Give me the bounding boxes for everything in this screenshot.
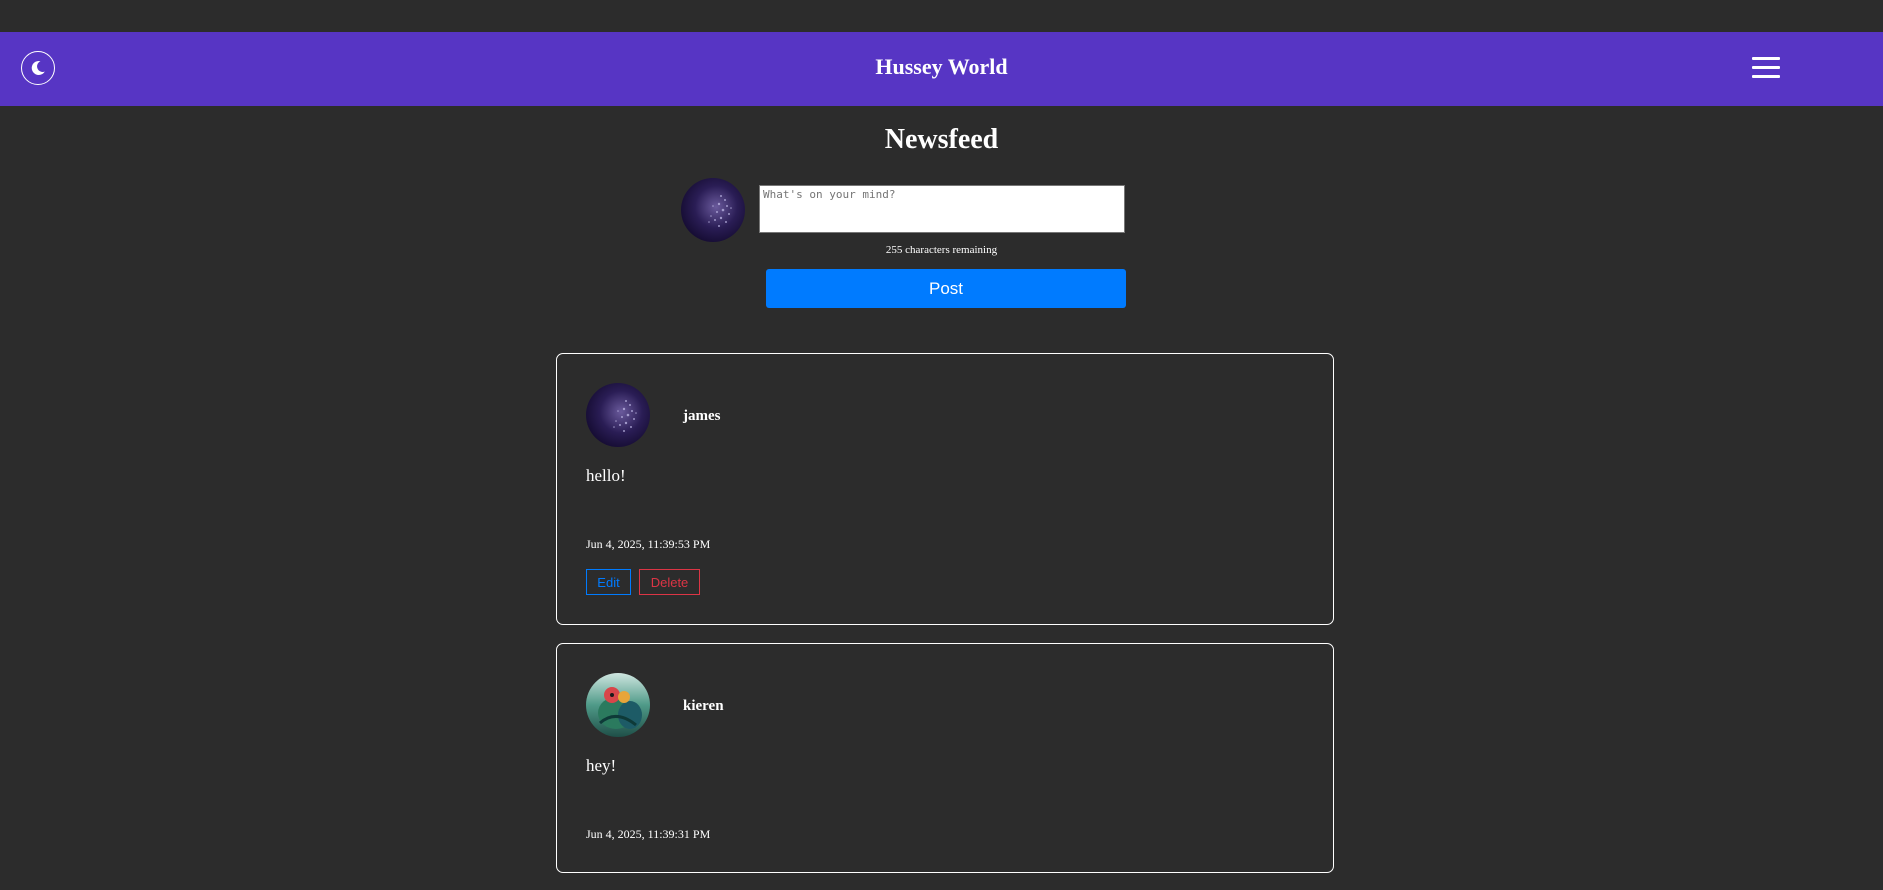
char-counter: 255 characters remaining (885, 244, 998, 256)
post-username[interactable]: kieren (683, 698, 724, 715)
post-avatar[interactable] (586, 673, 650, 737)
hamburger-menu-icon[interactable] (1752, 57, 1780, 79)
post-timestamp: Jun 4, 2025, 11:39:53 PM (586, 537, 711, 551)
post-input[interactable] (759, 185, 1125, 233)
post-timestamp: Jun 4, 2025, 11:39:31 PM (586, 827, 711, 841)
edit-button[interactable]: Edit (586, 569, 631, 595)
post-button[interactable]: Post (766, 269, 1126, 308)
navbar: Hussey World (0, 32, 1883, 106)
post-card: james hello! Jun 4, 2025, 11:39:53 PM Ed… (556, 353, 1334, 625)
site-title[interactable]: Hussey World (0, 54, 1883, 80)
top-strip (0, 0, 1883, 32)
composer-avatar (681, 178, 745, 242)
post-card: kieren hey! Jun 4, 2025, 11:39:31 PM (556, 643, 1334, 873)
delete-button[interactable]: Delete (639, 569, 700, 595)
post-content: hello! (586, 466, 626, 485)
post-content: hey! (586, 756, 617, 775)
post-username[interactable]: james (683, 408, 721, 425)
post-avatar[interactable] (586, 383, 650, 447)
page-title: Newsfeed (884, 124, 999, 155)
